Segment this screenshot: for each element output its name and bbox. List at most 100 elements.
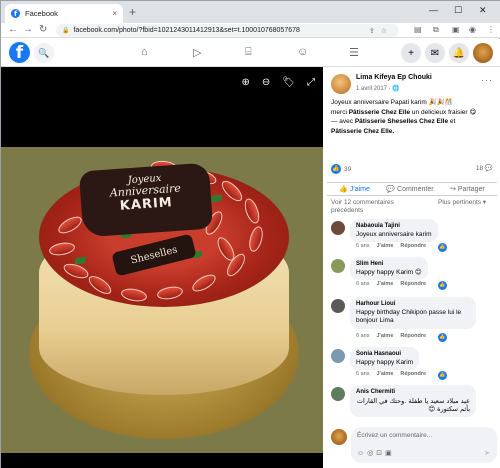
author-avatar[interactable] [331, 74, 351, 94]
commenter-avatar[interactable] [331, 221, 345, 235]
extensions-puzzle-icon[interactable]: ⧉ [433, 25, 439, 35]
forward-button[interactable]: → [23, 24, 33, 35]
account-avatar[interactable] [473, 43, 493, 63]
comment-text: Happy birthday Chikipon passe lui le bon… [356, 308, 462, 325]
comments-count[interactable]: 18 💬 [476, 164, 493, 172]
search-icon: 🔍 [38, 47, 50, 58]
commenter-avatar[interactable] [331, 259, 345, 273]
comment-button[interactable]: 💬 Commenter [386, 185, 433, 193]
window-close-button[interactable]: ✕ [479, 5, 487, 16]
comment-reply-link[interactable]: Répondre [400, 243, 426, 249]
comment-like-link[interactable]: J'aime [376, 333, 393, 339]
share-label: Partager [457, 186, 485, 193]
comment-age[interactable]: 6 ans [356, 333, 369, 339]
groups-icon[interactable]: ☺ [297, 46, 308, 58]
menu-icon[interactable]: ☰ [349, 46, 359, 59]
comment-meta: 6 ans J'aime Répondre [356, 371, 426, 377]
composer-tool-icons[interactable]: ☺◎⊡▣ [357, 449, 395, 457]
comment-age[interactable]: 6 ans [356, 281, 369, 287]
tag-icon[interactable]: 🏷 [282, 77, 295, 88]
maximize-button[interactable]: ☐ [454, 5, 462, 16]
like-label: J'aime [349, 186, 370, 193]
watch-icon[interactable]: ▷ [193, 46, 201, 59]
url-bar[interactable]: 🔒 facebook.com/photo/?fbid=1021243011412… [56, 24, 399, 37]
author-name[interactable]: Lima Kifeya Ep Chouki [356, 74, 432, 81]
more-options-icon[interactable]: ··· [481, 75, 493, 85]
post-sidebar: Lima Kifeya Ep Chouki 1 avril 2017 · 🌐 ·… [323, 67, 500, 468]
comment-bubble: Slim Heni Happy happy Karim 😊 [350, 257, 428, 281]
marketplace-icon[interactable]: ⌸ [245, 46, 252, 59]
tab-title: Facebook [25, 9, 58, 18]
commenter-name[interactable]: Anis Chermiti [356, 388, 470, 397]
like-button[interactable]: 👍 J'aime [339, 185, 370, 193]
comment-reply-link[interactable]: Répondre [400, 333, 426, 339]
post-text-segment: un delicieux fraisier 😋 [410, 108, 477, 116]
back-button[interactable]: ← [8, 24, 18, 35]
comment-meta: 6 ans J'aime Répondre [356, 281, 426, 287]
sidebar-icon[interactable]: ▣ [452, 25, 460, 34]
zoom-out-icon[interactable]: ⊖ [262, 77, 270, 88]
notifications-button[interactable]: 🔔 [449, 43, 469, 63]
send-icon[interactable]: ➤ [484, 449, 490, 457]
comment-reply-link[interactable]: Répondre [400, 371, 426, 377]
page-link-chez-elle[interactable]: Pâtisserie Chez Elle [349, 109, 410, 116]
new-tab-button[interactable]: + [129, 5, 136, 19]
commenter-avatar[interactable] [331, 387, 345, 401]
commenter-name[interactable]: Slim Heni [356, 260, 422, 269]
comment-text: Happy happy Karim 😊 [356, 268, 422, 276]
share-button[interactable]: ↪ Partager [450, 185, 485, 193]
comment-bubble: Anis Chermiti عيد ميلاد سعيد يا طفلة .وح… [350, 385, 476, 417]
post-text-segment: merci [331, 108, 349, 116]
zoom-in-icon[interactable]: ⊕ [242, 77, 250, 88]
comment-bubble: Nabaouia Tajini Joyeux anniversaire kari… [350, 219, 438, 243]
comment-text: Joyeux anniversaire karim [356, 230, 432, 238]
mint-leaf [75, 257, 86, 264]
commenter-avatar[interactable] [331, 349, 345, 363]
my-avatar[interactable] [331, 429, 347, 445]
commenter-name[interactable]: Sonia Hasnaoui [356, 350, 413, 359]
profile-icon[interactable]: ◉ [469, 25, 476, 34]
facebook-nav: f 🔍 ⌂ ▷ ⌸ ☺ ☰ + ✉ 🔔 [1, 39, 500, 67]
likes-count[interactable]: 39 [344, 166, 351, 173]
comment-like-link[interactable]: J'aime [376, 281, 393, 287]
reload-button[interactable]: ↻ [39, 24, 47, 35]
lock-icon: 🔒 [62, 28, 70, 34]
commenter-name[interactable]: Harhour Lioui [356, 300, 470, 309]
comment-reply-link[interactable]: Répondre [400, 281, 426, 287]
minimize-button[interactable]: — [429, 5, 438, 15]
home-icon[interactable]: ⌂ [141, 46, 148, 58]
comment-like-icon: 👍 [438, 281, 447, 290]
omnibox-icons[interactable]: ⇪☆ [369, 27, 393, 35]
comment-age[interactable]: 6 ans [356, 371, 369, 377]
tab-close-icon[interactable]: × [112, 9, 117, 18]
comment-like-link[interactable]: J'aime [376, 371, 393, 377]
address-bar-row: ← → ↻ 🔒 facebook.com/photo/?fbid=1021243… [1, 23, 500, 38]
facebook-favicon-icon: f [11, 9, 20, 18]
comment-meta: 6 ans J'aime Répondre [356, 333, 426, 339]
chrome-menu-icon[interactable]: ⋮ [487, 25, 495, 34]
commenter-name[interactable]: Nabaouia Tajini [356, 222, 432, 231]
post-text: Joyeux anniversaire Papati karim 🎉🎉🎊 mer… [331, 98, 495, 136]
fullscreen-icon[interactable]: ⤢ [307, 77, 315, 88]
post-date[interactable]: 1 avril 2017 · 🌐 [356, 85, 400, 92]
create-button[interactable]: + [401, 43, 421, 63]
search-button[interactable]: 🔍 [34, 43, 54, 63]
comment-age[interactable]: 6 ans [356, 243, 369, 249]
commenter-avatar[interactable] [331, 299, 345, 313]
post-text-segment: et [448, 118, 456, 126]
comment-input[interactable]: Écrivez un commentaire... ☺◎⊡▣ ➤ [351, 427, 497, 463]
sort-dropdown[interactable]: Plus pertinents ▾ [438, 199, 498, 207]
extension-icon[interactable]: ▤ [414, 25, 422, 34]
post-line-3: — avec Pâtisserie Sheselles Chez Elle et [331, 117, 495, 127]
cake-photo: Joyeux Anniversaire KARIM Sheselles [1, 147, 323, 453]
comment-like-icon: 👍 [438, 243, 447, 252]
comment-like-link[interactable]: J'aime [376, 243, 393, 249]
messenger-button[interactable]: ✉ [425, 43, 445, 63]
photo-toolbar: ⊕ ⊖ 🏷 ⤢ [242, 77, 315, 88]
page-link-chez-elle-2[interactable]: Pâtisserie Chez Elle. [331, 127, 495, 137]
tab-facebook[interactable]: f Facebook × [5, 4, 123, 23]
page-link-sheselles[interactable]: Pâtisserie Sheselles Chez Elle [355, 118, 448, 125]
see-previous-comments-link[interactable]: Voir 12 commentaires précédents [331, 199, 409, 215]
plus-icon: + [408, 47, 414, 59]
facebook-logo-icon[interactable]: f [9, 42, 30, 63]
